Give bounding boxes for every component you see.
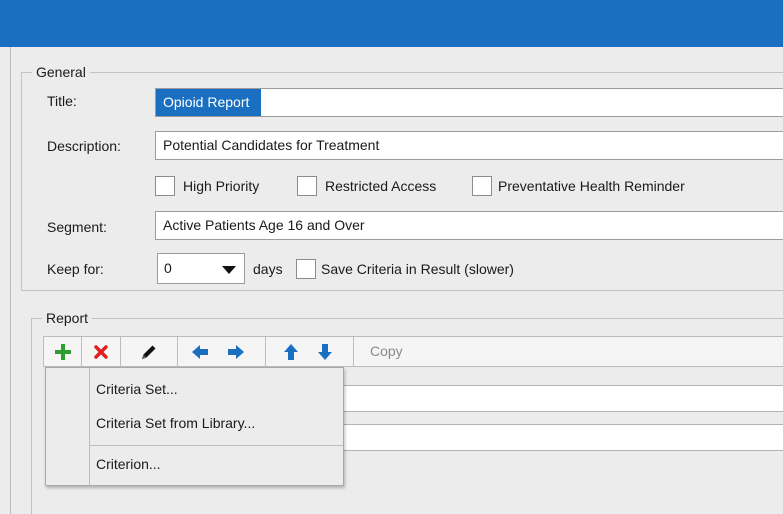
menu-divider xyxy=(90,445,343,446)
keep-for-label: Keep for: xyxy=(47,261,104,277)
save-criteria-checkbox[interactable] xyxy=(296,259,316,279)
high-priority-checkbox[interactable] xyxy=(155,176,175,196)
delete-button[interactable] xyxy=(82,337,119,366)
description-field[interactable]: Potential Candidates for Treatment xyxy=(155,131,783,160)
description-label: Description: xyxy=(47,138,121,154)
restricted-access-label: Restricted Access xyxy=(325,178,437,194)
high-priority-label: High Priority xyxy=(183,178,260,194)
move-down-button[interactable] xyxy=(310,337,340,366)
move-left-button[interactable] xyxy=(184,337,216,366)
report-legend: Report xyxy=(46,310,89,326)
arrow-right-icon xyxy=(228,344,244,359)
preventative-health-reminder-label: Preventative Health Reminder xyxy=(498,178,685,194)
save-criteria-label: Save Criteria in Result (slower) xyxy=(321,261,514,277)
preventative-health-reminder-checkbox[interactable] xyxy=(472,176,492,196)
menu-item-criteria-set-from-library[interactable]: Criteria Set from Library... xyxy=(96,415,255,431)
pencil-icon xyxy=(142,345,156,359)
move-up-button[interactable] xyxy=(276,337,306,366)
title-label: Title: xyxy=(47,93,77,109)
move-right-button[interactable] xyxy=(220,337,252,366)
report-row[interactable] xyxy=(340,424,783,451)
add-button[interactable] xyxy=(44,337,81,366)
window-titlebar xyxy=(0,0,783,47)
copy-button[interactable]: Copy xyxy=(370,337,403,366)
keep-for-value: 0 xyxy=(164,260,172,276)
days-label: days xyxy=(253,261,283,277)
add-menu: Criteria Set... Criteria Set from Librar… xyxy=(45,367,344,486)
toolbar-separator xyxy=(177,337,178,366)
segment-label: Segment: xyxy=(47,219,107,235)
restricted-access-checkbox[interactable] xyxy=(297,176,317,196)
report-toolbar: Copy xyxy=(43,336,783,367)
title-value: Opioid Report xyxy=(156,89,262,116)
chevron-down-icon xyxy=(222,266,236,274)
general-legend: General xyxy=(36,64,86,80)
x-icon xyxy=(93,344,108,359)
plus-icon xyxy=(54,343,71,360)
title-field[interactable]: Opioid Report xyxy=(155,88,783,117)
menu-gutter xyxy=(89,368,90,485)
edit-button[interactable] xyxy=(121,337,177,366)
arrow-left-icon xyxy=(192,344,208,359)
toolbar-separator xyxy=(353,337,354,366)
report-row[interactable] xyxy=(340,385,783,412)
arrow-up-icon xyxy=(284,343,298,360)
keep-for-dropdown[interactable]: 0 xyxy=(157,253,245,284)
menu-item-criteria-set[interactable]: Criteria Set... xyxy=(96,381,178,397)
toolbar-separator xyxy=(265,337,266,366)
segment-field[interactable]: Active Patients Age 16 and Over xyxy=(155,211,783,240)
menu-item-criterion[interactable]: Criterion... xyxy=(96,456,161,472)
arrow-down-icon xyxy=(318,343,332,360)
